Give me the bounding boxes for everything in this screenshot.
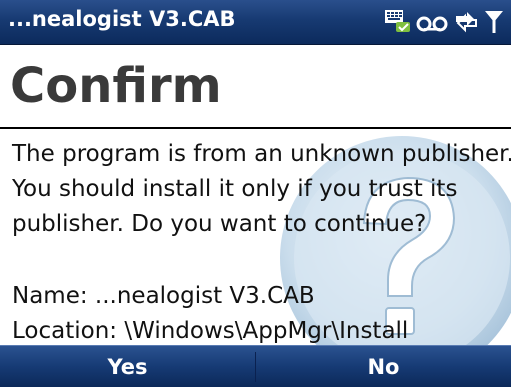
package-details: Name: ...nealogist V3.CAB Location: \Win… xyxy=(12,279,408,349)
package-location: Location: \Windows\AppMgr\Install xyxy=(12,318,409,344)
message-line: publisher. Do you want to continue? xyxy=(12,211,427,237)
signal-icon[interactable] xyxy=(483,7,505,35)
input-panel-icon[interactable] xyxy=(383,7,413,35)
package-name: Name: ...nealogist V3.CAB xyxy=(12,283,315,309)
status-icons xyxy=(383,5,505,37)
confirm-screen: ...nealogist V3.CAB Confirm The program … xyxy=(0,0,511,387)
yes-button[interactable]: Yes xyxy=(0,346,255,387)
connectivity-icon[interactable] xyxy=(451,7,481,35)
title-bar: ...nealogist V3.CAB xyxy=(0,0,511,45)
no-button[interactable]: No xyxy=(256,346,511,387)
message-line: You should install it only if you trust … xyxy=(12,176,458,202)
message-line: The program is from an unknown publisher… xyxy=(12,141,511,167)
window-title: ...nealogist V3.CAB xyxy=(8,7,236,31)
softkey-bar: Yes No xyxy=(0,345,511,387)
dialog-message: The program is from an unknown publisher… xyxy=(12,137,511,242)
dialog-heading: Confirm xyxy=(10,58,222,114)
voicemail-icon[interactable] xyxy=(415,7,449,35)
